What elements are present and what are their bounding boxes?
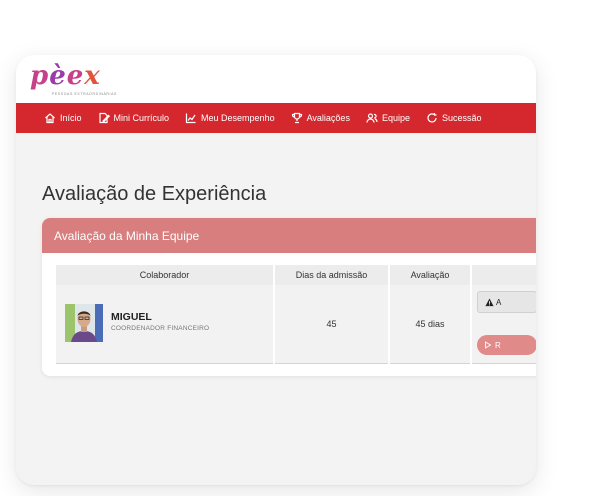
header-avaliacao: Avaliação	[388, 265, 471, 285]
cell-evaluation: 45 dias	[388, 285, 471, 364]
nav-label: Início	[60, 113, 82, 123]
nav-item-avaliacoes[interactable]: Avaliações	[291, 112, 350, 124]
team-evaluation-card: Avaliação da Minha Equipe Colaborador Di…	[42, 218, 536, 376]
document-edit-icon	[98, 112, 110, 124]
cell-colaborador: MIGUEL COORDENADOR FINANCEIRO	[56, 285, 274, 364]
evaluate-button[interactable]: A	[477, 291, 536, 313]
header-dias-admissao: Dias da admissão	[273, 265, 389, 285]
table-header-row: Colaborador Dias da admissão Avaliação	[56, 265, 536, 285]
evaluate-button-label: A	[496, 297, 502, 307]
nav-item-mini-curriculo[interactable]: Mini Currículo	[98, 112, 170, 124]
nav-item-sucessao[interactable]: Sucessão	[426, 112, 482, 124]
card-header: Avaliação da Minha Equipe	[42, 218, 536, 253]
nav-item-inicio[interactable]: Início	[44, 112, 82, 124]
nav-label: Mini Currículo	[113, 113, 170, 123]
nav-label: Avaliações	[306, 113, 350, 123]
nav-item-equipe[interactable]: Equipe	[366, 112, 410, 124]
table-row: MIGUEL COORDENADOR FINANCEIRO 45 45 dias…	[56, 285, 536, 364]
brand-logo[interactable]: pèex	[30, 61, 101, 91]
cell-days: 45	[273, 285, 389, 364]
employee-role: COORDENADOR FINANCEIRO	[111, 325, 210, 332]
team-table: Colaborador Dias da admissão Avaliação M…	[56, 265, 536, 364]
secondary-action-label: R	[495, 340, 501, 350]
chart-line-icon	[185, 113, 196, 124]
nav-label: Sucessão	[441, 113, 482, 123]
top-bar: pèex pessoas extraordinárias	[16, 55, 536, 103]
secondary-action-button[interactable]: R	[477, 335, 536, 355]
page-title: Avaliação de Experiência	[42, 183, 267, 205]
nav-label: Meu Desempenho	[201, 113, 275, 123]
app-window: pèex pessoas extraordinárias Início Mini…	[16, 55, 536, 485]
brand-tagline: pessoas extraordinárias	[52, 92, 117, 96]
nav-item-meu-desempenho[interactable]: Meu Desempenho	[185, 112, 275, 124]
trophy-icon	[291, 112, 302, 124]
cell-actions: A R	[470, 285, 536, 364]
home-icon	[45, 113, 55, 124]
main-nav: Início Mini Currículo Meu Desempenho Ava…	[16, 103, 536, 133]
warning-icon	[485, 297, 494, 306]
avatar	[65, 304, 103, 342]
header-acoes	[470, 265, 536, 285]
employee-name: MIGUEL	[111, 311, 152, 323]
play-icon	[485, 341, 492, 349]
header-colaborador: Colaborador	[56, 265, 274, 285]
users-icon	[366, 113, 378, 123]
refresh-icon	[427, 113, 437, 123]
nav-label: Equipe	[381, 113, 410, 123]
